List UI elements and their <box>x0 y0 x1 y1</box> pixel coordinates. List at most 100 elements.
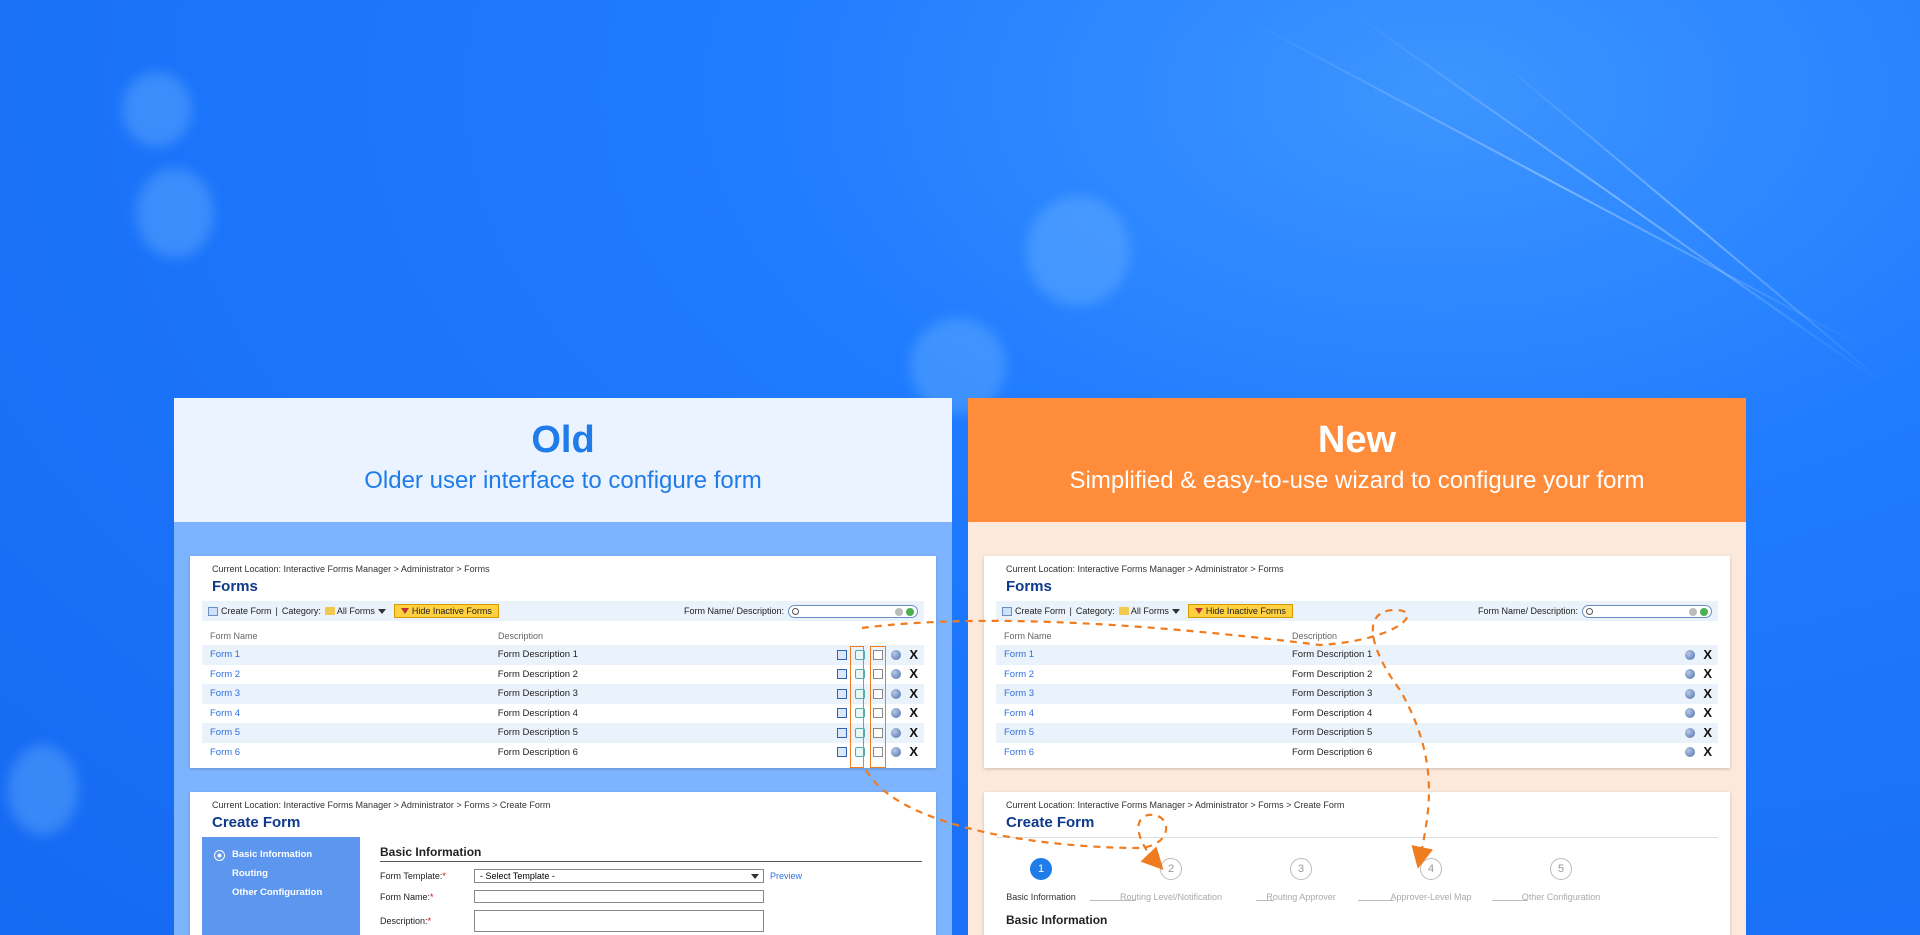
page-title: Create Form <box>212 814 301 831</box>
category-label: Category: <box>281 606 321 616</box>
form-link[interactable]: Form 2 <box>1004 669 1292 680</box>
wizard-step-4[interactable]: 4 Approver-Level Map <box>1366 858 1496 902</box>
column-header-name[interactable]: Form Name <box>210 631 498 645</box>
delete-icon[interactable]: X <box>1703 648 1712 661</box>
delete-icon[interactable]: X <box>1703 667 1712 680</box>
edit-form-icon[interactable] <box>837 747 848 758</box>
delete-icon[interactable]: X <box>909 687 918 700</box>
edit-form-icon[interactable] <box>837 708 848 719</box>
table-row: Form 5 Form Description 5 X <box>202 723 924 743</box>
globe-icon[interactable] <box>1685 649 1696 660</box>
globe-icon[interactable] <box>891 688 902 699</box>
globe-icon[interactable] <box>1685 727 1696 738</box>
delete-icon[interactable]: X <box>1703 687 1712 700</box>
breadcrumb: Current Location: Interactive Forms Mana… <box>1006 800 1345 810</box>
delete-icon[interactable]: X <box>909 667 918 680</box>
preview-link[interactable]: Preview <box>770 871 802 881</box>
table-row: Form 6 Form Description 6 X <box>202 743 924 763</box>
globe-icon[interactable] <box>891 747 902 758</box>
search-input[interactable] <box>788 604 918 618</box>
search-icon <box>1586 607 1593 615</box>
delete-icon[interactable]: X <box>1703 726 1712 739</box>
nav-item-other-configuration[interactable]: Other Configuration <box>202 883 360 902</box>
hide-inactive-button[interactable]: Hide Inactive Forms <box>393 604 499 618</box>
chevron-down-icon <box>751 873 759 879</box>
globe-icon[interactable] <box>1685 669 1696 680</box>
globe-icon[interactable] <box>891 649 902 660</box>
form-link[interactable]: Form 1 <box>1004 649 1292 660</box>
form-name-input[interactable] <box>474 890 764 903</box>
bokeh-light <box>122 72 192 147</box>
search-label: Form Name/ Description: <box>683 606 784 616</box>
old-title: Old <box>531 419 595 461</box>
globe-icon[interactable] <box>1685 688 1696 699</box>
go-icon[interactable] <box>1700 607 1708 616</box>
clear-icon[interactable] <box>1689 607 1697 616</box>
wizard-step-1[interactable]: 1 Basic Information <box>976 858 1106 902</box>
column-header-description: Description <box>498 631 544 641</box>
form-link[interactable]: Form 3 <box>1004 688 1292 699</box>
globe-icon[interactable] <box>891 669 902 680</box>
category-dropdown[interactable]: All Forms <box>1118 606 1180 616</box>
search-input[interactable] <box>1582 604 1712 618</box>
light-streak <box>1249 20 1869 351</box>
create-form-button[interactable]: Create Form <box>208 606 272 616</box>
new-panel: New Simplified & easy-to-use wizard to c… <box>968 398 1746 935</box>
hide-inactive-button[interactable]: Hide Inactive Forms <box>1187 604 1293 618</box>
form-link[interactable]: Form 5 <box>210 727 498 738</box>
category-dropdown[interactable]: All Forms <box>324 606 386 616</box>
edit-form-icon[interactable] <box>837 727 848 738</box>
category-label: Category: <box>1075 606 1115 616</box>
form-link[interactable]: Form 4 <box>210 708 498 719</box>
forms-table-body: Form 1 Form Description 1X Form 2 Form Des… <box>190 645 936 762</box>
edit-form-icon[interactable] <box>837 688 848 699</box>
globe-icon[interactable] <box>891 708 902 719</box>
nav-item-routing[interactable]: Routing <box>202 864 360 883</box>
column-header-name[interactable]: Form Name <box>1004 631 1292 645</box>
old-panel-header: Old Older user interface to configure fo… <box>174 398 952 522</box>
form-description: Form Description 2 <box>497 668 578 680</box>
delete-icon[interactable]: X <box>909 706 918 719</box>
globe-icon[interactable] <box>1685 708 1696 719</box>
wizard-step-2[interactable]: 2 Routing Level/Notification <box>1106 858 1236 902</box>
form-link[interactable]: Form 3 <box>210 688 498 699</box>
delete-icon[interactable]: X <box>909 745 918 758</box>
delete-icon[interactable]: X <box>909 648 918 661</box>
breadcrumb: Current Location: Interactive Forms Mana… <box>212 800 551 810</box>
search-icon <box>792 607 799 615</box>
delete-icon[interactable]: X <box>1703 745 1712 758</box>
create-form-area: Basic Information Form Template:* - Sele… <box>360 837 922 935</box>
delete-icon[interactable]: X <box>909 726 918 739</box>
form-description: Form Description 6 <box>1292 746 1373 758</box>
form-template-select[interactable]: - Select Template - <box>474 869 764 883</box>
globe-icon[interactable] <box>1685 747 1696 758</box>
table-row: Form 2 Form Description 2 X <box>996 665 1718 685</box>
form-description: Form Description 4 <box>497 707 578 719</box>
form-description: Form Description 1 <box>497 649 578 661</box>
go-icon[interactable] <box>906 607 914 616</box>
form-link[interactable]: Form 2 <box>210 669 498 680</box>
edit-form-icon[interactable] <box>837 649 848 660</box>
create-form-button[interactable]: Create Form <box>1002 606 1066 616</box>
form-link[interactable]: Form 5 <box>1004 727 1292 738</box>
delete-icon[interactable]: X <box>1703 706 1712 719</box>
page-title: Create Form <box>1006 814 1095 831</box>
bokeh-light <box>8 745 78 835</box>
form-link[interactable]: Form 6 <box>1004 747 1292 758</box>
nav-item-basic-information[interactable]: Basic Information <box>202 845 360 864</box>
table-row: Form 5 Form Description 5 X <box>996 723 1718 743</box>
form-link[interactable]: Form 1 <box>210 649 498 660</box>
edit-form-icon[interactable] <box>837 669 848 680</box>
old-create-card: Current Location: Interactive Forms Mana… <box>190 792 936 935</box>
create-form-side-nav: Basic Information Routing Other Configur… <box>202 837 360 935</box>
form-description: Form Description 5 <box>1292 727 1373 739</box>
description-input[interactable] <box>474 910 764 932</box>
clear-icon[interactable] <box>895 607 903 616</box>
wizard-step-5[interactable]: 5 Other Configuration <box>1496 858 1626 902</box>
globe-icon[interactable] <box>891 727 902 738</box>
form-description: Form Description 3 <box>1292 688 1373 700</box>
form-link[interactable]: Form 4 <box>1004 708 1292 719</box>
form-link[interactable]: Form 6 <box>210 747 498 758</box>
wizard-step-3[interactable]: 3 Routing Approver <box>1236 858 1366 902</box>
form-name-label: Form Name:* <box>380 891 434 902</box>
